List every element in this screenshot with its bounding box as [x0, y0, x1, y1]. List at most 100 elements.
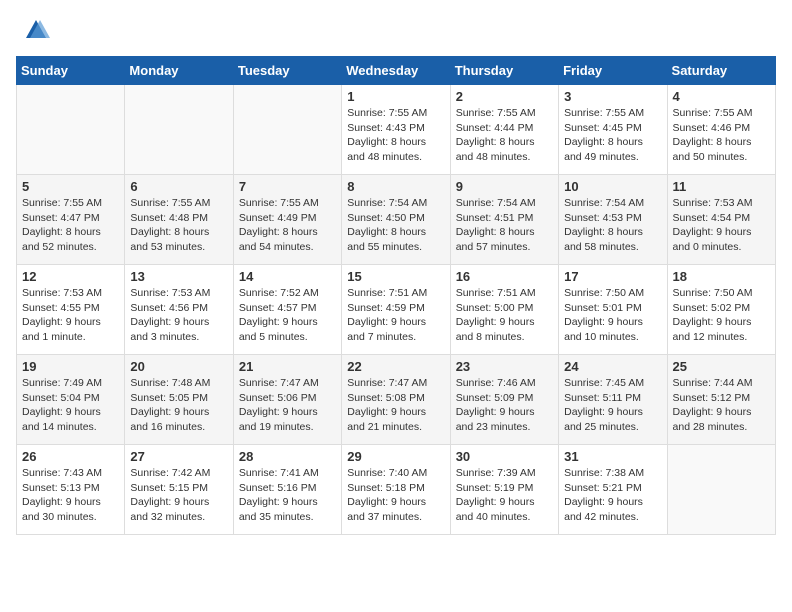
day-number: 3 [564, 89, 661, 104]
day-number: 21 [239, 359, 336, 374]
day-info: Sunrise: 7:45 AM Sunset: 5:11 PM Dayligh… [564, 376, 661, 435]
day-number: 14 [239, 269, 336, 284]
day-info: Sunrise: 7:46 AM Sunset: 5:09 PM Dayligh… [456, 376, 553, 435]
day-info: Sunrise: 7:53 AM Sunset: 4:55 PM Dayligh… [22, 286, 119, 345]
calendar-empty-cell [233, 85, 341, 175]
calendar-day-25: 25Sunrise: 7:44 AM Sunset: 5:12 PM Dayli… [667, 355, 775, 445]
day-number: 6 [130, 179, 227, 194]
calendar-day-18: 18 Sunrise: 7:50 AM Sunset: 5:02 PM Dayli… [667, 265, 775, 355]
day-info: Sunrise: 7:54 AM Sunset: 4:53 PM Dayligh… [564, 196, 661, 255]
calendar-day-3: 3 Sunrise: 7:55 AM Sunset: 4:45 PM Daylig… [559, 85, 667, 175]
calendar-day-16: 16Sunrise: 7:51 AM Sunset: 5:00 PM Dayli… [450, 265, 558, 355]
day-info: Sunrise: 7:39 AM Sunset: 5:19 PM Dayligh… [456, 466, 553, 525]
calendar-day-17: 17Sunrise: 7:50 AM Sunset: 5:01 PM Dayli… [559, 265, 667, 355]
day-number: 8 [347, 179, 444, 194]
day-number: 30 [456, 449, 553, 464]
day-number: 15 [347, 269, 444, 284]
logo-icon [22, 16, 50, 44]
calendar-day-29: 29 Sunrise: 7:40 AM Sunset: 5:18 PM Dayli… [342, 445, 450, 535]
calendar-day-22: 22 Sunrise: 7:47 AM Sunset: 5:08 PM Dayli… [342, 355, 450, 445]
calendar-day-30: 30 Sunrise: 7:39 AM Sunset: 5:19 PM Dayli… [450, 445, 558, 535]
weekday-header-wednesday: Wednesday [342, 57, 450, 85]
day-info: Sunrise: 7:55 AM Sunset: 4:47 PM Dayligh… [22, 196, 119, 255]
logo [16, 16, 50, 44]
calendar-day-31: 31 Sunrise: 7:38 AM Sunset: 5:21 PM Dayli… [559, 445, 667, 535]
day-number: 22 [347, 359, 444, 374]
day-info: Sunrise: 7:40 AM Sunset: 5:18 PM Dayligh… [347, 466, 444, 525]
day-number: 1 [347, 89, 444, 104]
day-number: 31 [564, 449, 661, 464]
day-info: Sunrise: 7:47 AM Sunset: 5:06 PM Dayligh… [239, 376, 336, 435]
day-number: 18 [673, 269, 770, 284]
weekday-header-thursday: Thursday [450, 57, 558, 85]
page-header [16, 16, 776, 44]
day-number: 2 [456, 89, 553, 104]
day-info: Sunrise: 7:38 AM Sunset: 5:21 PM Dayligh… [564, 466, 661, 525]
calendar-week-row: 12 Sunrise: 7:53 AM Sunset: 4:55 PM Dayli… [17, 265, 776, 355]
weekday-header-monday: Monday [125, 57, 233, 85]
day-number: 24 [564, 359, 661, 374]
day-info: Sunrise: 7:53 AM Sunset: 4:56 PM Dayligh… [130, 286, 227, 345]
calendar-day-23: 23 Sunrise: 7:46 AM Sunset: 5:09 PM Dayli… [450, 355, 558, 445]
calendar-day-9: 9 Sunrise: 7:54 AM Sunset: 4:51 PM Daylig… [450, 175, 558, 265]
calendar-day-14: 14 Sunrise: 7:52 AM Sunset: 4:57 PM Dayli… [233, 265, 341, 355]
day-info: Sunrise: 7:55 AM Sunset: 4:48 PM Dayligh… [130, 196, 227, 255]
day-info: Sunrise: 7:47 AM Sunset: 5:08 PM Dayligh… [347, 376, 444, 435]
day-number: 5 [22, 179, 119, 194]
day-info: Sunrise: 7:55 AM Sunset: 4:49 PM Dayligh… [239, 196, 336, 255]
day-number: 16 [456, 269, 553, 284]
calendar-week-row: 19 Sunrise: 7:49 AM Sunset: 5:04 PM Dayli… [17, 355, 776, 445]
day-info: Sunrise: 7:54 AM Sunset: 4:51 PM Dayligh… [456, 196, 553, 255]
day-info: Sunrise: 7:55 AM Sunset: 4:43 PM Dayligh… [347, 106, 444, 165]
day-number: 7 [239, 179, 336, 194]
day-info: Sunrise: 7:52 AM Sunset: 4:57 PM Dayligh… [239, 286, 336, 345]
day-number: 9 [456, 179, 553, 194]
calendar-day-10: 10Sunrise: 7:54 AM Sunset: 4:53 PM Dayli… [559, 175, 667, 265]
calendar-day-1: 1 Sunrise: 7:55 AM Sunset: 4:43 PM Daylig… [342, 85, 450, 175]
calendar-empty-cell [125, 85, 233, 175]
calendar-day-12: 12 Sunrise: 7:53 AM Sunset: 4:55 PM Dayli… [17, 265, 125, 355]
calendar-day-4: 4 Sunrise: 7:55 AM Sunset: 4:46 PM Daylig… [667, 85, 775, 175]
calendar-empty-cell [17, 85, 125, 175]
calendar-day-8: 8 Sunrise: 7:54 AM Sunset: 4:50 PM Daylig… [342, 175, 450, 265]
day-number: 17 [564, 269, 661, 284]
calendar-header-row: SundayMondayTuesdayWednesdayThursdayFrid… [17, 57, 776, 85]
day-number: 4 [673, 89, 770, 104]
calendar-day-7: 7 Sunrise: 7:55 AM Sunset: 4:49 PM Daylig… [233, 175, 341, 265]
day-info: Sunrise: 7:51 AM Sunset: 4:59 PM Dayligh… [347, 286, 444, 345]
day-info: Sunrise: 7:44 AM Sunset: 5:12 PM Dayligh… [673, 376, 770, 435]
day-info: Sunrise: 7:42 AM Sunset: 5:15 PM Dayligh… [130, 466, 227, 525]
calendar-day-13: 13Sunrise: 7:53 AM Sunset: 4:56 PM Dayli… [125, 265, 233, 355]
day-number: 23 [456, 359, 553, 374]
day-info: Sunrise: 7:53 AM Sunset: 4:54 PM Dayligh… [673, 196, 770, 255]
day-number: 20 [130, 359, 227, 374]
weekday-header-saturday: Saturday [667, 57, 775, 85]
day-info: Sunrise: 7:49 AM Sunset: 5:04 PM Dayligh… [22, 376, 119, 435]
calendar-week-row: 5 Sunrise: 7:55 AM Sunset: 4:47 PM Daylig… [17, 175, 776, 265]
day-number: 26 [22, 449, 119, 464]
calendar-day-11: 11 Sunrise: 7:53 AM Sunset: 4:54 PM Dayli… [667, 175, 775, 265]
day-number: 29 [347, 449, 444, 464]
day-info: Sunrise: 7:48 AM Sunset: 5:05 PM Dayligh… [130, 376, 227, 435]
calendar-day-26: 26 Sunrise: 7:43 AM Sunset: 5:13 PM Dayli… [17, 445, 125, 535]
calendar-day-27: 27Sunrise: 7:42 AM Sunset: 5:15 PM Dayli… [125, 445, 233, 535]
day-number: 28 [239, 449, 336, 464]
day-info: Sunrise: 7:55 AM Sunset: 4:44 PM Dayligh… [456, 106, 553, 165]
day-number: 12 [22, 269, 119, 284]
calendar-table: SundayMondayTuesdayWednesdayThursdayFrid… [16, 56, 776, 535]
calendar-day-5: 5 Sunrise: 7:55 AM Sunset: 4:47 PM Daylig… [17, 175, 125, 265]
day-info: Sunrise: 7:50 AM Sunset: 5:02 PM Dayligh… [673, 286, 770, 345]
calendar-day-15: 15 Sunrise: 7:51 AM Sunset: 4:59 PM Dayli… [342, 265, 450, 355]
day-info: Sunrise: 7:54 AM Sunset: 4:50 PM Dayligh… [347, 196, 444, 255]
calendar-day-28: 28 Sunrise: 7:41 AM Sunset: 5:16 PM Dayli… [233, 445, 341, 535]
day-number: 11 [673, 179, 770, 194]
calendar-day-21: 21 Sunrise: 7:47 AM Sunset: 5:06 PM Dayli… [233, 355, 341, 445]
day-number: 19 [22, 359, 119, 374]
day-info: Sunrise: 7:55 AM Sunset: 4:45 PM Dayligh… [564, 106, 661, 165]
weekday-header-friday: Friday [559, 57, 667, 85]
day-info: Sunrise: 7:43 AM Sunset: 5:13 PM Dayligh… [22, 466, 119, 525]
calendar-week-row: 26 Sunrise: 7:43 AM Sunset: 5:13 PM Dayli… [17, 445, 776, 535]
day-info: Sunrise: 7:55 AM Sunset: 4:46 PM Dayligh… [673, 106, 770, 165]
calendar-day-20: 20 Sunrise: 7:48 AM Sunset: 5:05 PM Dayli… [125, 355, 233, 445]
day-info: Sunrise: 7:41 AM Sunset: 5:16 PM Dayligh… [239, 466, 336, 525]
